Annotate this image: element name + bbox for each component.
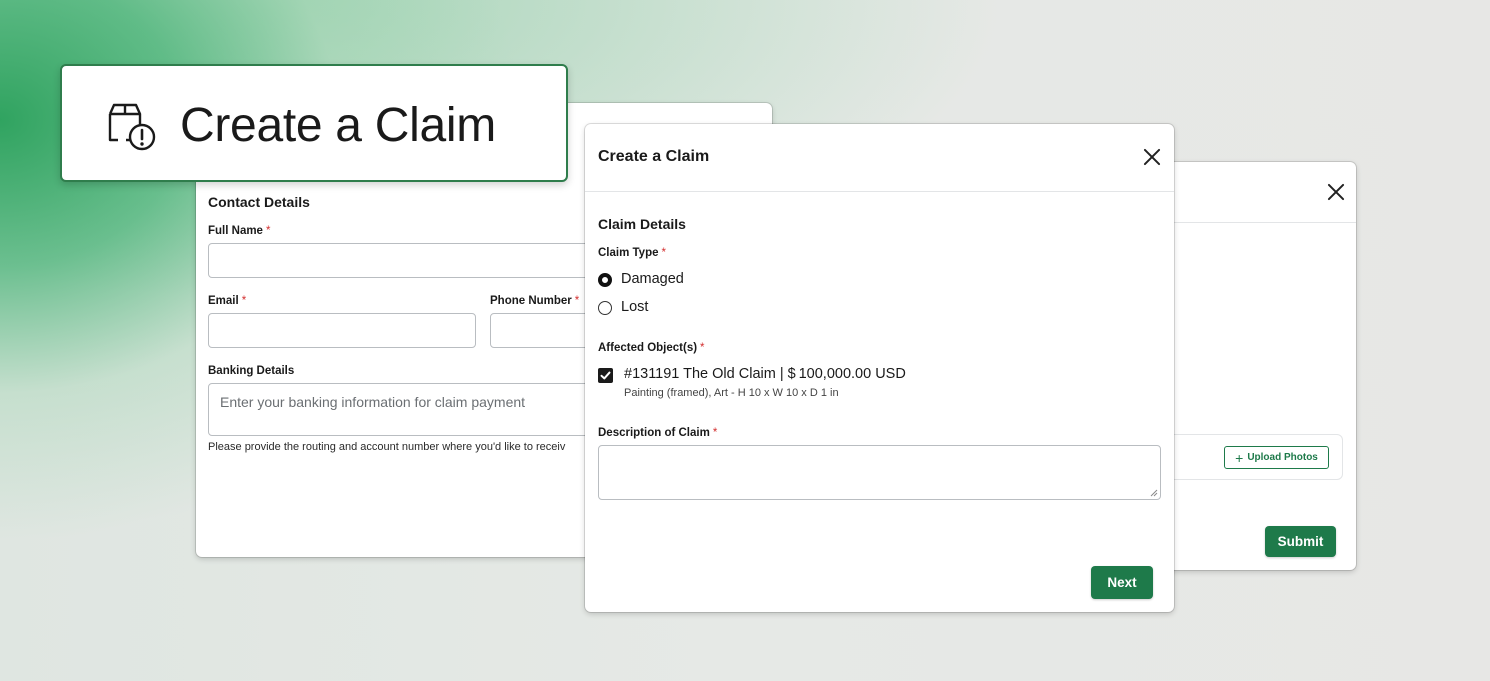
banking-placeholder: Enter your banking information for claim…: [220, 394, 526, 410]
upload-photos-button[interactable]: + Upload Photos: [1224, 446, 1329, 469]
object-title: #131191 The Old Claim | $ 100,000.00 USD: [624, 366, 906, 382]
upload-photos-label: Upload Photos: [1247, 452, 1318, 463]
modal-title: Create a Claim: [598, 148, 710, 165]
full-name-input[interactable]: [208, 243, 608, 278]
banking-help-text: Please provide the routing and account n…: [208, 441, 566, 453]
submit-button[interactable]: Submit: [1265, 526, 1336, 557]
claim-type-label: Claim Type *: [598, 247, 666, 259]
object-subtitle: Painting (framed), Art - H 10 x W 10 x D…: [624, 387, 839, 399]
create-claim-modal: Create a Claim Claim Details Claim Type *…: [585, 124, 1174, 612]
resize-handle-icon[interactable]: [1150, 489, 1158, 497]
checkmark-icon: [600, 371, 611, 380]
hero-title: Create a Claim: [180, 99, 496, 152]
banking-details-label: Banking Details: [208, 365, 295, 377]
next-button[interactable]: Next: [1091, 566, 1153, 599]
plus-icon: +: [1235, 449, 1244, 466]
contact-section-title: Contact Details: [208, 194, 310, 210]
full-name-label: Full Name *: [208, 225, 271, 237]
upload-row: + Upload Photos: [1150, 434, 1343, 480]
hero-card: Create a Claim: [60, 64, 568, 182]
lost-label[interactable]: Lost: [621, 299, 648, 315]
close-icon[interactable]: [1325, 181, 1347, 203]
object-checkbox[interactable]: [598, 368, 613, 383]
description-label: Description of Claim *: [598, 427, 718, 439]
close-icon[interactable]: [1141, 146, 1163, 168]
modal-header-divider: [585, 191, 1174, 192]
banking-details-input[interactable]: Enter your banking information for claim…: [208, 383, 608, 436]
phone-number-label: Phone Number *: [490, 295, 580, 307]
divider: [1150, 222, 1356, 223]
description-textarea[interactable]: [598, 445, 1161, 500]
affected-objects-label: Affected Object(s) *: [598, 342, 705, 354]
claim-details-title: Claim Details: [598, 216, 686, 232]
lost-radio[interactable]: [598, 301, 612, 315]
photo-upload-panel: + Upload Photos Submit: [1150, 162, 1356, 570]
package-alert-icon: [108, 103, 156, 151]
damaged-radio[interactable]: [598, 273, 612, 287]
damaged-label[interactable]: Damaged: [621, 271, 684, 287]
email-input[interactable]: [208, 313, 476, 348]
phone-number-input[interactable]: [490, 313, 600, 348]
email-label: Email *: [208, 295, 247, 307]
